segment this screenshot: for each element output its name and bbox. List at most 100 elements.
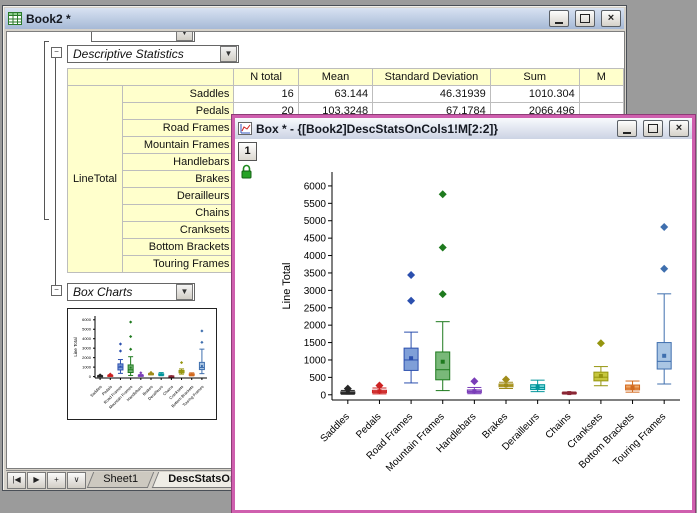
y-axis-title[interactable]: Line Total	[281, 263, 293, 310]
value-cell[interactable]: 1010.304	[490, 86, 579, 103]
svg-text:0: 0	[320, 390, 326, 401]
svg-text:1000: 1000	[304, 355, 327, 366]
svg-text:500: 500	[309, 373, 326, 384]
column-header[interactable]: N total	[234, 69, 298, 86]
section-box-charts: Box Charts ▼	[67, 283, 195, 301]
collapse-descriptive-statistics-button[interactable]: −	[51, 47, 62, 58]
svg-text:4000: 4000	[82, 336, 92, 341]
svg-text:4000: 4000	[304, 251, 327, 262]
book-maximize-button[interactable]	[575, 10, 595, 27]
box-chart-thumbnail[interactable]: 0100020003000400050006000SaddlesPedalsRo…	[68, 310, 214, 416]
graph-close-button[interactable]: ×	[669, 120, 689, 137]
section-descriptive-statistics-label: Descriptive Statistics	[73, 47, 219, 61]
stats-header-spacer[interactable]	[68, 69, 234, 86]
svg-text:3000: 3000	[304, 286, 327, 297]
section-connector-line	[55, 58, 56, 289]
book-titlebar[interactable]: Book2 * ×	[5, 8, 624, 29]
row-label-cell[interactable]: Handlebars	[122, 154, 234, 171]
column-header[interactable]: Sum	[490, 69, 579, 86]
box-cranksets[interactable]: Cranksets	[565, 339, 607, 451]
nav-first-button[interactable]: |◀	[7, 472, 26, 489]
svg-text:Mountain Frames: Mountain Frames	[384, 411, 447, 474]
row-label-cell[interactable]: Chains	[122, 205, 234, 222]
box-charts-dropdown-button[interactable]: ▼	[176, 284, 193, 300]
graph-title: Box * - {[Book2]DescStatsOnCols1!M[2:2]}	[256, 122, 611, 136]
graph-titlebar[interactable]: Box * - {[Book2]DescStatsOnCols1!M[2:2]}…	[235, 118, 692, 139]
row-label-cell[interactable]: Brakes	[122, 171, 234, 188]
section-descriptive-statistics: Descriptive Statistics ▼	[67, 45, 239, 63]
row-label-cell[interactable]: Road Frames	[122, 120, 234, 137]
add-sheet-button[interactable]: +	[47, 472, 66, 489]
svg-text:4500: 4500	[304, 234, 327, 245]
box-saddles[interactable]: Saddles	[89, 373, 103, 398]
svg-text:3500: 3500	[304, 268, 327, 279]
svg-text:Saddles: Saddles	[319, 411, 352, 444]
minimize-icon	[623, 132, 631, 134]
box-chart[interactable]: 0 500 1000 1500 2000 2500 3000 3500 4000 4500 5000…	[235, 139, 686, 484]
row-label-cell[interactable]: Bottom Brackets	[122, 239, 234, 256]
row-label-cell[interactable]: Cranksets	[122, 222, 234, 239]
column-header[interactable]: Standard Deviation	[373, 69, 491, 86]
book-close-button[interactable]: ×	[601, 10, 621, 27]
graph-icon[interactable]	[238, 122, 252, 135]
svg-text:0: 0	[89, 374, 92, 379]
box-chart-thumbnail-frame[interactable]: 0100020003000400050006000SaddlesPedalsRo…	[67, 308, 217, 420]
tab-sheet1[interactable]: Sheet1	[87, 472, 154, 488]
clipped-section-dropdown-button[interactable]: ▼	[176, 31, 193, 41]
column-header[interactable]: M	[579, 69, 623, 86]
row-label-cell[interactable]: Saddles	[122, 86, 234, 103]
desktop: { "colors": { "desktop_bg": "#9b9b9b", "…	[0, 0, 697, 495]
descriptive-statistics-dropdown-button[interactable]: ▼	[220, 46, 237, 62]
minimize-icon	[555, 22, 563, 24]
value-cell[interactable]	[579, 86, 623, 103]
y-axis[interactable]: 0 500 1000 1500 2000 2500 3000 3500 4000 4500 5000…	[304, 172, 332, 401]
value-cell[interactable]: 46.31939	[373, 86, 491, 103]
report-bracket-top	[44, 41, 49, 42]
maximize-icon	[648, 124, 658, 133]
svg-text:2000: 2000	[82, 355, 92, 360]
worksheet-icon[interactable]	[8, 12, 22, 25]
svg-text:5000: 5000	[304, 216, 327, 227]
row-label-cell[interactable]: Derailleurs	[122, 188, 234, 205]
row-label-cell[interactable]: Mountain Frames	[122, 137, 234, 154]
value-cell[interactable]: 16	[234, 86, 298, 103]
maximize-icon	[580, 14, 590, 23]
value-cell[interactable]: 63.144	[298, 86, 372, 103]
row-label-cell[interactable]: Pedals	[122, 103, 234, 120]
svg-text:1500: 1500	[304, 338, 327, 349]
graph-minimize-button[interactable]	[617, 120, 637, 137]
svg-text:1000: 1000	[82, 365, 92, 370]
book-minimize-button[interactable]	[549, 10, 569, 27]
graph-client-area: 1 05001000150020002500300035004000450050…	[235, 139, 692, 510]
column-header[interactable]: Mean	[298, 69, 372, 86]
svg-text:6000: 6000	[304, 181, 327, 192]
svg-text:Chains: Chains	[544, 411, 574, 441]
row-label-cell[interactable]: Touring Frames	[122, 256, 234, 273]
box-pedals[interactable]: Pedals	[354, 382, 386, 441]
svg-text:Bottom Brackets: Bottom Brackets	[577, 411, 637, 471]
sheet-list-button[interactable]: ∨	[67, 472, 86, 489]
svg-text:Saddles: Saddles	[89, 384, 103, 398]
svg-text:5500: 5500	[304, 199, 327, 210]
svg-text:6000: 6000	[82, 317, 92, 322]
svg-text:Pedals: Pedals	[354, 411, 383, 440]
svg-text:2500: 2500	[304, 303, 327, 314]
collapse-box-charts-button[interactable]: −	[51, 285, 62, 296]
row-group-cell[interactable]: LineTotal	[68, 86, 123, 273]
report-bracket-line	[44, 41, 45, 220]
report-bracket-bottom	[44, 219, 49, 220]
graph-maximize-button[interactable]	[643, 120, 663, 137]
box-chains[interactable]: Chains	[544, 391, 577, 441]
section-box-charts-label: Box Charts	[73, 285, 175, 299]
y-axis-title[interactable]: Line Total	[73, 337, 78, 356]
svg-text:2000: 2000	[304, 321, 327, 332]
nav-next-button[interactable]: ▶	[27, 472, 46, 489]
box-brakes[interactable]: Brakes	[480, 375, 513, 441]
y-axis[interactable]: 0100020003000400050006000	[82, 316, 95, 379]
box-road-frames[interactable]: Road Frames	[365, 271, 418, 462]
svg-text:Brakes: Brakes	[480, 411, 510, 441]
book-title: Book2 *	[26, 12, 543, 26]
close-icon: ×	[676, 123, 682, 134]
close-icon: ×	[608, 13, 614, 24]
graph-window: Box * - {[Book2]DescStatsOnCols1!M[2:2]}…	[232, 115, 695, 513]
